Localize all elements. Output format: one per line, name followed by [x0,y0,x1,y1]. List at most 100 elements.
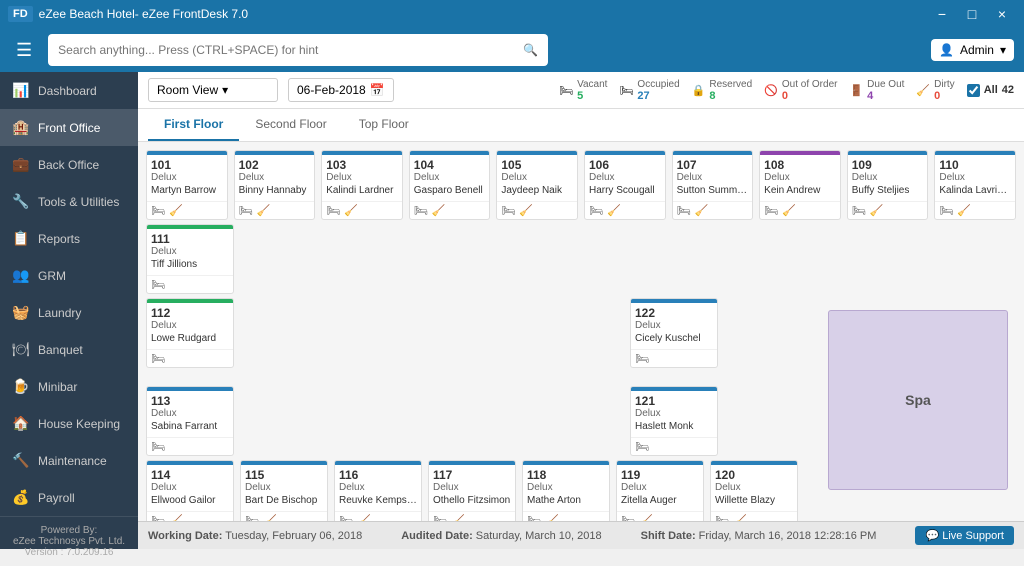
search-icon: 🔍 [523,43,538,57]
room-120[interactable]: 120 Delux Willette Blazy 🛏🧹 [710,460,798,521]
occupied-label: Occupied [637,79,679,90]
sidebar-label-minibar: Minibar [38,380,77,394]
spa-label: Spa [905,392,931,408]
live-support-label: Live Support [942,530,1004,542]
room-110[interactable]: 110 Delux Kalinda Lavrinov 🛏🧹 [934,150,1016,220]
admin-label: Admin [960,43,994,57]
room-101[interactable]: 101 Delux Martyn Barrow 🛏🧹 [146,150,228,220]
tab-first-floor[interactable]: First Floor [148,109,239,141]
room-row-1: 101 Delux Martyn Barrow 🛏🧹 102 Delux Bin… [146,150,1016,220]
live-support-button[interactable]: 💬 Live Support [915,526,1014,545]
room-117[interactable]: 117 Delux Othello Fitzsimon 🛏🧹 [428,460,516,521]
banquet-icon: 🍽 [12,341,30,358]
room-108[interactable]: 108 Delux Kein Andrew 🛏🧹 [759,150,841,220]
tab-second-floor[interactable]: Second Floor [239,109,342,141]
grm-icon: 👥 [12,267,30,284]
top-bar-right: 👤 Admin ▾ [931,39,1014,61]
room-grid-wrapper: 101 Delux Martyn Barrow 🛏🧹 102 Delux Bin… [146,150,1016,521]
sidebar-item-grm[interactable]: 👥 GRM [0,257,138,294]
room-102[interactable]: 102 Delux Binny Hannaby 🛏🧹 [234,150,316,220]
vacant-badge: 🛏 Vacant 5 [559,79,607,102]
dropdown-icon: ▾ [1000,43,1006,57]
title-bar: FD eZee Beach Hotel- eZee FrontDesk 7.0 … [0,0,1024,28]
all-badge: All 42 [967,84,1014,97]
sidebar-item-dashboard[interactable]: 📊 Dashboard [0,72,138,109]
room-114[interactable]: 114 Delux Ellwood Gailor 🛏🧹 [146,460,234,521]
sidebar-item-banquet[interactable]: 🍽 Banquet [0,331,138,368]
minimize-button[interactable]: − [928,0,956,28]
title-bar-controls: − □ × [928,0,1016,28]
title-bar-left: FD eZee Beach Hotel- eZee FrontDesk 7.0 [8,6,248,22]
toolbar: Room View ▾ 06-Feb-2018 📅 🛏 Vacant 5 🛏 [138,72,1024,109]
app-title: eZee Beach Hotel- eZee FrontDesk 7.0 [39,7,248,21]
main-content: Room View ▾ 06-Feb-2018 📅 🛏 Vacant 5 🛏 [138,72,1024,549]
sidebar-label-banquet: Banquet [38,343,83,357]
reserved-badge: 🔒 Reserved 8 [692,79,753,102]
col-right-rooms: 122 Delux Cicely Kuschel 🛏 121 Delux [630,298,718,456]
room-area[interactable]: 101 Delux Martyn Barrow 🛏🧹 102 Delux Bin… [138,142,1024,521]
sidebar-label-back-office: Back Office [38,158,99,172]
tab-top-floor[interactable]: Top Floor [343,109,425,141]
minibar-icon: 🍺 [12,378,30,395]
room-112[interactable]: 112 Delux Lowe Rudgard 🛏 [146,298,234,368]
room-118[interactable]: 118 Delux Mathe Arton 🛏🧹 [522,460,610,521]
occupied-count: 27 [637,90,679,102]
room-115[interactable]: 115 Delux Bart De Bischop 🛏🧹 [240,460,328,521]
room-view-select[interactable]: Room View ▾ [148,78,278,102]
room-104[interactable]: 104 Delux Gasparo Benell 🛏🧹 [409,150,491,220]
floor-tabs: First Floor Second Floor Top Floor [138,109,1024,142]
room-106[interactable]: 106 Delux Harry Scougall 🛏🧹 [584,150,666,220]
sidebar-item-minibar[interactable]: 🍺 Minibar [0,368,138,405]
sidebar-item-back-office[interactable]: 💼 Back Office [0,146,138,183]
sidebar-label-laundry: Laundry [38,306,81,320]
sidebar-label-payroll: Payroll [38,491,75,505]
sidebar-item-housekeeping[interactable]: 🏠 House Keeping [0,405,138,442]
sidebar-item-laundry[interactable]: 🧺 Laundry [0,294,138,331]
due-out-icon: 🚪 [849,84,863,97]
sidebar-item-maintenance[interactable]: 🔨 Maintenance [0,442,138,479]
sidebar-item-front-office[interactable]: 🏨 Front Office [0,109,138,146]
layout: 📊 Dashboard 🏨 Front Office 💼 Back Office… [0,72,1024,549]
room-122[interactable]: 122 Delux Cicely Kuschel 🛏 [630,298,718,368]
date-value: 06-Feb-2018 [297,83,366,97]
room-111[interactable]: 111 Delux Tiff Jillions 🛏 [146,224,234,294]
room-113[interactable]: 113 Delux Sabina Farrant 🛏 [146,386,234,456]
room-119[interactable]: 119 Delux Zitella Auger 🛏🧹 [616,460,704,521]
app-icon: FD [8,6,33,22]
housekeeping-icon: 🏠 [12,415,30,432]
close-button[interactable]: × [988,0,1016,28]
laundry-icon: 🧺 [12,304,30,321]
room-107[interactable]: 107 Delux Sutton Summerell 🛏🧹 [672,150,754,220]
room-121[interactable]: 121 Delux Haslett Monk 🛏 [630,386,718,456]
working-date: Working Date: Tuesday, February 06, 2018 [148,530,362,542]
status-badges: 🛏 Vacant 5 🛏 Occupied 27 🔒 [559,79,1014,102]
search-box[interactable]: 🔍 [48,34,548,66]
dashboard-icon: 📊 [12,82,30,99]
sidebar-item-payroll[interactable]: 💰 Payroll [0,479,138,516]
out-of-order-label: Out of Order [782,79,838,90]
reserved-label: Reserved [709,79,752,90]
admin-menu[interactable]: 👤 Admin ▾ [931,39,1014,61]
hamburger-menu[interactable]: ☰ [10,34,38,67]
back-office-icon: 💼 [12,156,30,173]
room-105[interactable]: 105 Delux Jaydeep Naik 🛏🧹 [496,150,578,220]
room-103[interactable]: 103 Delux Kalindi Lardner 🛏🧹 [321,150,403,220]
room-109[interactable]: 109 Delux Buffy Steljies 🛏🧹 [847,150,929,220]
top-bar: ☰ 🔍 👤 Admin ▾ [0,28,1024,72]
search-input[interactable] [58,43,515,57]
sidebar-item-tools[interactable]: 🔧 Tools & Utilities [0,183,138,220]
due-out-label: Due Out [867,79,904,90]
all-count: 42 [1002,84,1014,96]
dirty-badge: 🧹 Dirty 0 [916,79,954,102]
front-office-icon: 🏨 [12,119,30,136]
date-picker[interactable]: 06-Feb-2018 📅 [288,78,394,102]
user-icon: 👤 [939,43,954,57]
all-checkbox[interactable] [967,84,980,97]
vacant-label: Vacant [577,79,607,90]
out-of-order-count: 0 [782,90,838,102]
sidebar-item-reports[interactable]: 📋 Reports [0,220,138,257]
room-116[interactable]: 116 Delux Reuvke Kempstone 🛏🧹 [334,460,422,521]
sidebar-label-grm: GRM [38,269,66,283]
occupied-badge: 🛏 Occupied 27 [619,79,679,102]
restore-button[interactable]: □ [958,0,986,28]
